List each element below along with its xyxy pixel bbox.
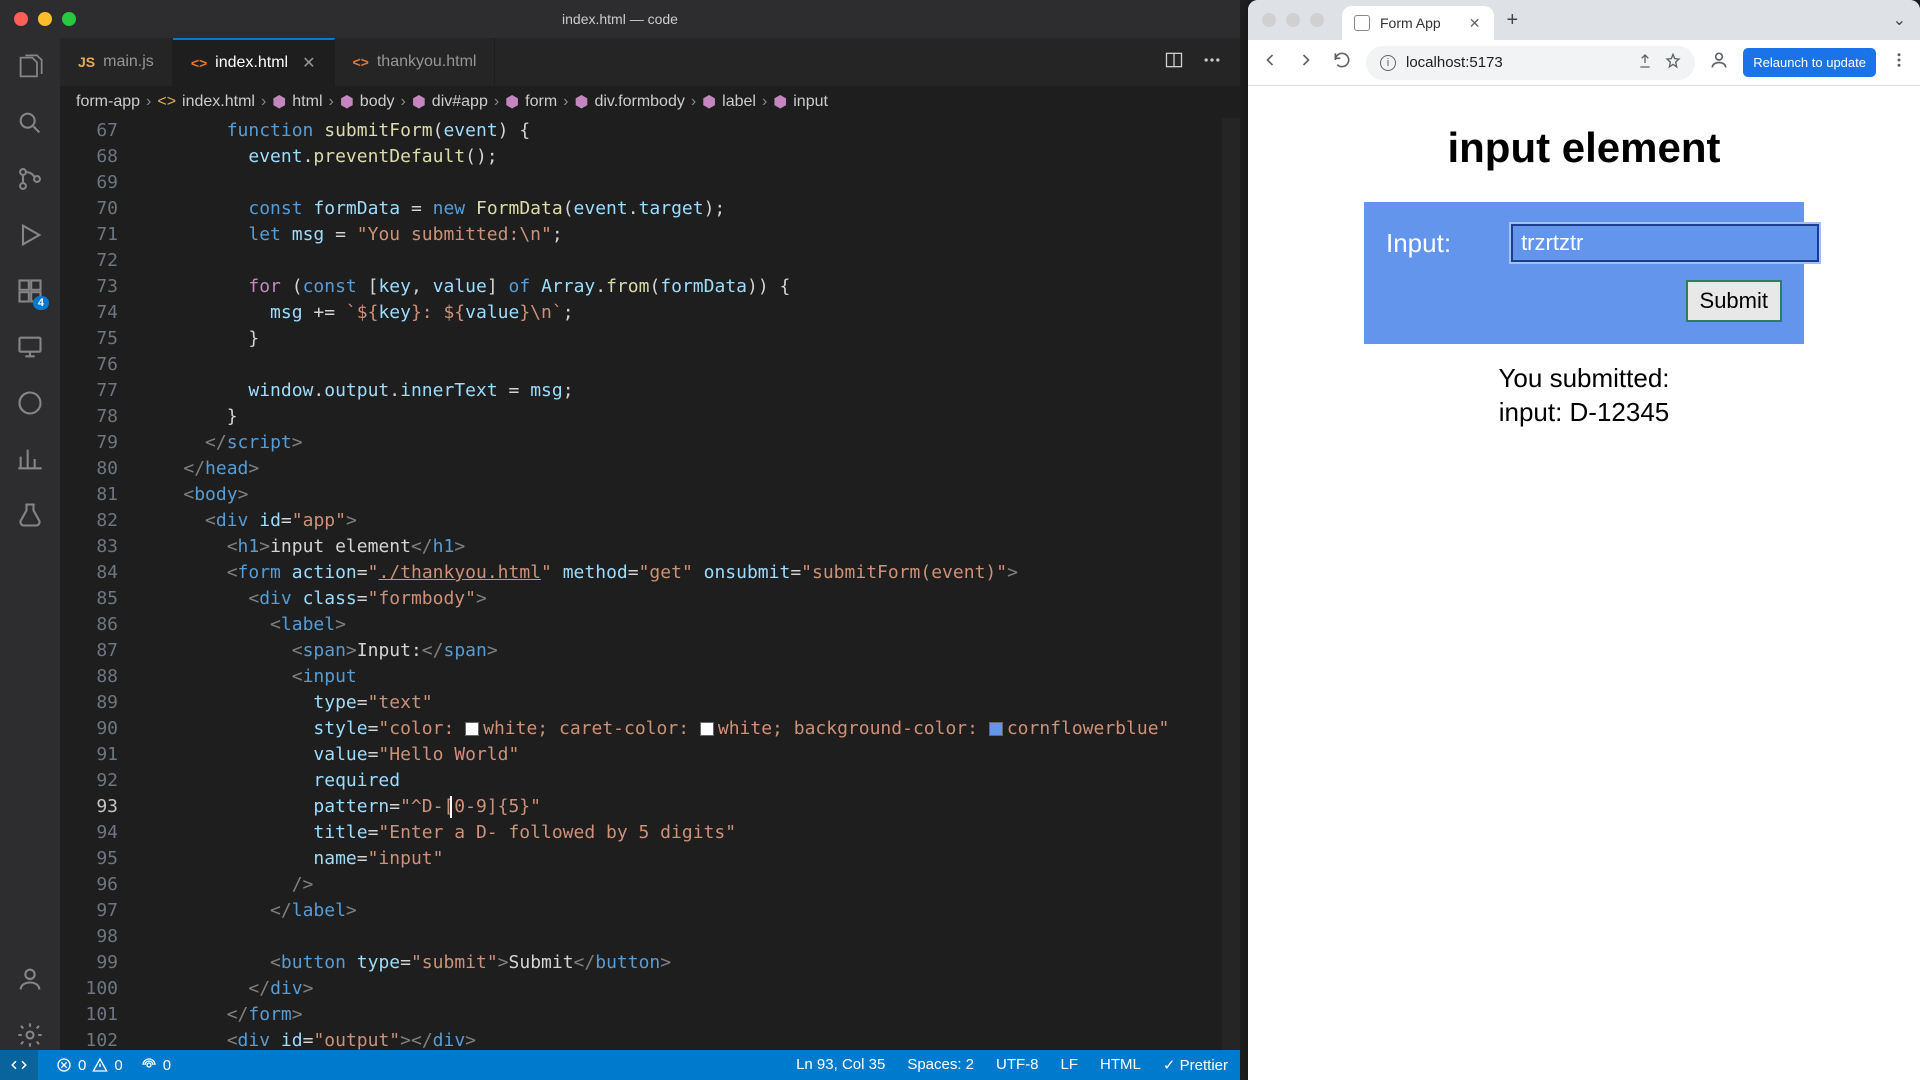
split-editor-icon[interactable]: [1164, 50, 1184, 75]
edge-tools-icon[interactable]: [15, 388, 45, 418]
file-type-icon: <>: [353, 54, 369, 70]
extensions-icon[interactable]: 4: [15, 276, 45, 306]
explorer-icon[interactable]: [15, 52, 45, 82]
problems-indicator[interactable]: 0 0: [56, 1057, 123, 1074]
search-icon[interactable]: [15, 108, 45, 138]
submit-button[interactable]: Submit: [1686, 280, 1782, 322]
account-icon[interactable]: [15, 964, 45, 994]
browser-tabstrip: Form App ✕ + ⌄: [1248, 0, 1920, 40]
breadcrumb-segment[interactable]: index.html: [182, 93, 255, 111]
back-button[interactable]: [1260, 50, 1280, 75]
editor-tab-1[interactable]: <> index.html ✕: [173, 38, 335, 86]
reload-button[interactable]: [1332, 50, 1352, 75]
browser-minimize-button[interactable]: [1286, 13, 1300, 27]
forward-button[interactable]: [1296, 50, 1316, 75]
cursor-position[interactable]: Ln 93, Col 35: [796, 1056, 885, 1074]
editor-tab-2[interactable]: <> thankyou.html: [335, 38, 496, 86]
symbol-icon: ⬢: [340, 92, 354, 112]
symbol-icon: ⬢: [412, 92, 426, 112]
file-icon: <>: [157, 93, 176, 111]
file-type-icon: <>: [191, 55, 207, 71]
breadcrumb[interactable]: form-app›<>index.html›⬢html›⬢body›⬢div#a…: [60, 86, 1240, 118]
window-title: index.html — code: [562, 11, 678, 27]
symbol-icon: ⬢: [702, 92, 716, 112]
run-debug-icon[interactable]: [15, 220, 45, 250]
formatter-indicator[interactable]: ✓ Prettier: [1163, 1056, 1228, 1074]
code-editor[interactable]: 6768697071727374757677787980818283848586…: [60, 118, 1240, 1050]
browser-tab-title: Form App: [1380, 15, 1441, 31]
input-label: Input:: [1386, 228, 1451, 259]
maximize-window-button[interactable]: [62, 12, 76, 26]
remote-indicator[interactable]: [0, 1050, 38, 1080]
breadcrumb-segment[interactable]: div.formbody: [594, 93, 684, 111]
editor-titlebar: index.html — code: [0, 0, 1240, 38]
breadcrumb-segment[interactable]: input: [793, 93, 828, 111]
graph-icon[interactable]: [15, 444, 45, 474]
remote-explorer-icon[interactable]: [15, 332, 45, 362]
source-control-icon[interactable]: [15, 164, 45, 194]
browser-toolbar: i localhost:5173 Relaunch to update: [1248, 40, 1920, 86]
testing-icon[interactable]: [15, 500, 45, 530]
form-container: Input: Submit: [1364, 202, 1804, 344]
close-window-button[interactable]: [14, 12, 28, 26]
eol-indicator[interactable]: LF: [1061, 1056, 1079, 1074]
line-number-gutter: 6768697071727374757677787980818283848586…: [60, 118, 140, 1050]
tab-label: thankyou.html: [377, 53, 477, 71]
text-cursor: [450, 796, 452, 818]
file-type-icon: JS: [78, 54, 95, 70]
bookmark-icon[interactable]: [1665, 53, 1681, 73]
symbol-icon: ⬢: [505, 92, 519, 112]
minimap[interactable]: [1222, 118, 1240, 1050]
traffic-lights: [14, 12, 76, 26]
share-icon[interactable]: [1637, 53, 1653, 73]
tab-label: main.js: [103, 53, 154, 71]
symbol-icon: ⬢: [272, 92, 286, 112]
browser-close-button[interactable]: [1262, 13, 1276, 27]
minimize-window-button[interactable]: [38, 12, 52, 26]
extensions-badge: 4: [33, 296, 49, 310]
tab-label: index.html: [215, 54, 288, 72]
browser-traffic-lights: [1262, 13, 1324, 27]
status-bar: 0 0 0 Ln 93, Col 35 Spaces: 2 UTF-8 LF H…: [0, 1050, 1240, 1080]
close-tab-icon[interactable]: ✕: [302, 53, 315, 73]
browser-maximize-button[interactable]: [1310, 13, 1324, 27]
breadcrumb-segment[interactable]: form-app: [76, 93, 140, 111]
browser-tab[interactable]: Form App ✕: [1342, 6, 1494, 40]
more-actions-icon[interactable]: [1202, 50, 1222, 75]
close-tab-icon[interactable]: ✕: [1469, 15, 1481, 32]
symbol-icon: ⬢: [574, 92, 588, 112]
breadcrumb-segment[interactable]: body: [360, 93, 395, 111]
favicon-icon: [1354, 15, 1370, 31]
editor-tabs: JS main.js <> index.html ✕ <> thankyou.html: [60, 38, 1240, 86]
address-bar[interactable]: i localhost:5173: [1366, 46, 1695, 80]
encoding-indicator[interactable]: UTF-8: [996, 1056, 1039, 1074]
settings-gear-icon[interactable]: [15, 1020, 45, 1050]
editor-tab-0[interactable]: JS main.js: [60, 38, 173, 86]
activity-bar: 4: [0, 38, 60, 1050]
site-info-icon[interactable]: i: [1380, 55, 1396, 71]
breadcrumb-segment[interactable]: label: [722, 93, 756, 111]
breadcrumb-segment[interactable]: html: [292, 93, 322, 111]
tab-overflow-icon[interactable]: ⌄: [1893, 10, 1906, 30]
editor-window: index.html — code 4 JS main.js <> index.htm…: [0, 0, 1240, 1080]
new-tab-button[interactable]: +: [1506, 9, 1518, 32]
rendered-page: input element Input: Submit You submitte…: [1248, 86, 1920, 1080]
breadcrumb-segment[interactable]: form: [525, 93, 557, 111]
language-indicator[interactable]: HTML: [1100, 1056, 1141, 1074]
browser-menu-icon[interactable]: [1890, 51, 1908, 74]
url-text: localhost:5173: [1406, 54, 1503, 71]
browser-window: Form App ✕ + ⌄ i localhost:5173 Relaunch…: [1248, 0, 1920, 1080]
profile-icon[interactable]: [1709, 50, 1729, 75]
output-text: You submitted: input: D-12345: [1498, 362, 1669, 430]
ports-indicator[interactable]: 0: [141, 1057, 171, 1074]
relaunch-button[interactable]: Relaunch to update: [1743, 48, 1876, 77]
page-heading: input element: [1447, 124, 1720, 172]
indent-indicator[interactable]: Spaces: 2: [907, 1056, 974, 1074]
breadcrumb-segment[interactable]: div#app: [432, 93, 488, 111]
text-input[interactable]: [1511, 224, 1819, 262]
symbol-icon: ⬢: [773, 92, 787, 112]
